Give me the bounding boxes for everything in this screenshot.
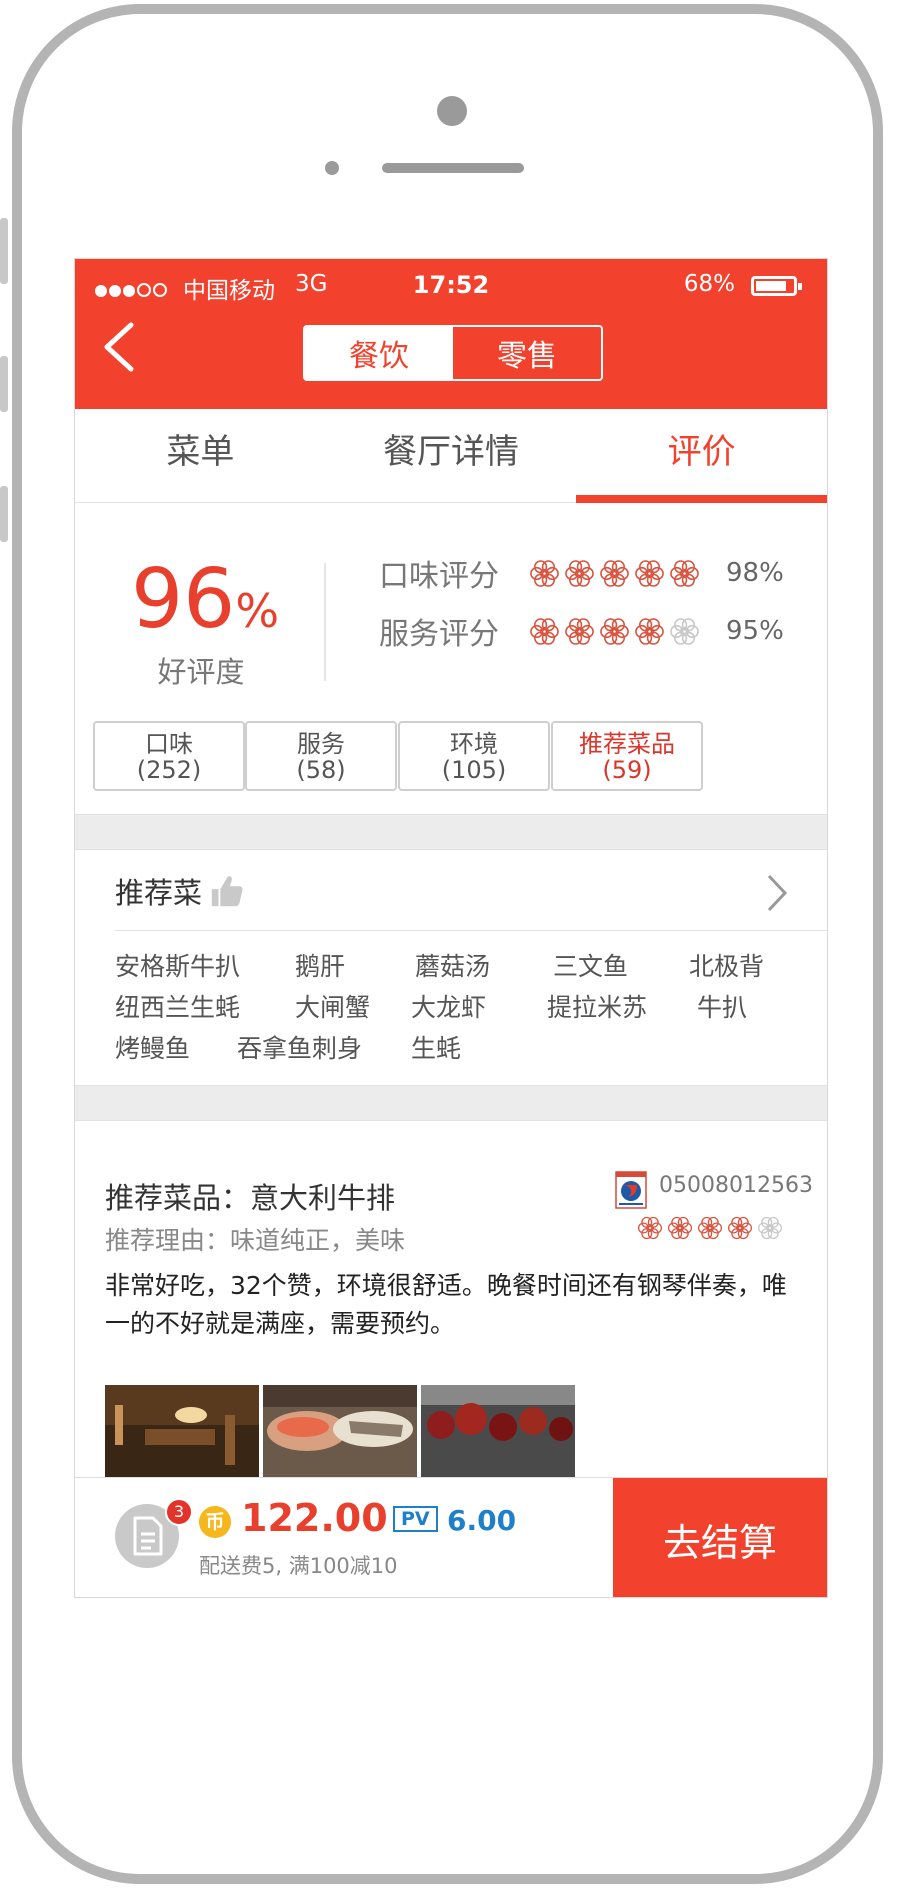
dish-tag[interactable]: 吞拿鱼刺身 [237, 1029, 362, 1065]
flower-filled-icon [600, 559, 629, 587]
sensor [325, 161, 339, 175]
category-toggle: 餐饮 零售 [303, 325, 603, 381]
flower-rating [637, 1215, 783, 1241]
flower-filled-icon [600, 617, 629, 645]
top-bar: 中国移动 3G 17:52 68% 餐饮 零售 [75, 259, 827, 409]
front-camera [437, 96, 467, 126]
cart-bar: 3 币 122.00 PV 6.00 配送费5, 满100减10 去结算 [75, 1477, 827, 1597]
dish-tag[interactable]: 蘑菇汤 [415, 947, 490, 983]
flower-rating [529, 558, 700, 589]
flower-filled-icon [637, 1216, 663, 1240]
dish-tag[interactable]: 大龙虾 [411, 988, 486, 1024]
service-rating: 服务评分 95% [379, 616, 784, 652]
review-dish-title: 推荐菜品：意大利牛排 [105, 1181, 396, 1215]
dish-tag[interactable]: 北极背 [689, 947, 764, 983]
review-reason: 推荐理由：味道纯正，美味 [105, 1226, 406, 1255]
dish-tag[interactable]: 三文鱼 [553, 947, 628, 983]
flower-filled-icon [565, 617, 594, 645]
back-button[interactable] [95, 319, 145, 375]
positive-rate: 96% [131, 552, 280, 647]
flower-filled-icon [530, 617, 559, 645]
pv-tag: PV [393, 1506, 438, 1532]
tab-bar: 菜单 餐厅详情 评价 [75, 409, 827, 503]
app-screen: 中国移动 3G 17:52 68% 餐饮 零售 菜单 餐厅详情 评价 96% 好… [74, 258, 828, 1598]
flower-filled-icon [670, 559, 699, 587]
review-filters: 口味 (252) 服务 (58) 环境 (105) 推荐菜品 (59) [75, 697, 827, 814]
section-gap [75, 814, 827, 850]
dish-tag[interactable]: 安格斯牛扒 [115, 947, 240, 983]
dish-tag[interactable]: 大闸蟹 [295, 988, 370, 1024]
flower-filled-icon [565, 559, 594, 587]
dish-tag[interactable]: 提拉米苏 [547, 988, 647, 1024]
review-text: 非常好吃，32个赞，环境很舒适。晚餐时间还有钢琴伴奏，唯一的不好就是满座，需要预… [105, 1271, 787, 1338]
filter-environment[interactable]: 环境 (105) [398, 721, 550, 791]
dish-tag[interactable]: 生蚝 [411, 1029, 461, 1065]
cart-count-badge: 3 [165, 1498, 193, 1526]
filter-service[interactable]: 服务 (58) [245, 721, 397, 791]
flower-filled-icon [727, 1216, 753, 1240]
thumbs-up-icon [211, 876, 243, 907]
tab-restaurant-details[interactable]: 餐厅详情 [326, 409, 577, 502]
side-button [0, 486, 8, 542]
user-avatar-icon[interactable] [615, 1171, 647, 1209]
battery-percent: 68% [683, 271, 735, 297]
filter-recommended-dishes[interactable]: 推荐菜品 (59) [551, 721, 703, 791]
segment-dining[interactable]: 餐饮 [305, 327, 453, 379]
rating-summary: 96% 好评度 口味评分 98% 服务评分 95% [75, 503, 827, 698]
status-bar: 中国移动 3G 17:52 68% [75, 267, 827, 307]
divider [324, 563, 326, 681]
flower-filled-icon [697, 1216, 723, 1240]
coin-icon: 币 [199, 1506, 231, 1538]
chevron-left-icon [104, 322, 134, 372]
side-button [0, 218, 8, 284]
earpiece-speaker [382, 163, 524, 173]
segment-retail[interactable]: 零售 [453, 327, 601, 379]
divider [115, 930, 827, 931]
positive-rate-label: 好评度 [157, 655, 245, 689]
checkout-button[interactable]: 去结算 [613, 1478, 827, 1597]
chevron-right-icon [767, 874, 788, 912]
pv-value: 6.00 [447, 1504, 517, 1537]
section-gap [75, 1085, 827, 1121]
filter-taste[interactable]: 口味 (252) [93, 721, 245, 791]
dish-tag[interactable]: 牛扒 [697, 988, 747, 1024]
dish-tag[interactable]: 烤鳗鱼 [115, 1029, 190, 1065]
total-price: 122.00 [241, 1496, 388, 1540]
delivery-note: 配送费5, 满100减10 [199, 1554, 398, 1578]
recommended-dishes-section[interactable]: 推荐菜 安格斯牛扒 鹅肝 蘑菇汤 三文鱼 北极背 纽西兰生蚝 大闸蟹 大龙虾 提… [75, 850, 827, 1085]
flower-empty-icon [670, 617, 699, 645]
flower-filled-icon [530, 559, 559, 587]
flower-rating [529, 616, 700, 647]
flower-filled-icon [667, 1216, 693, 1240]
flower-filled-icon [635, 617, 664, 645]
section-title: 推荐菜 [115, 876, 203, 910]
tab-menu[interactable]: 菜单 [75, 409, 326, 502]
dish-tag[interactable]: 纽西兰生蚝 [115, 988, 240, 1024]
taste-rating: 口味评分 98% [379, 558, 784, 594]
dish-tag[interactable]: 鹅肝 [295, 947, 345, 983]
side-button [0, 356, 8, 412]
battery-icon [751, 276, 802, 296]
flower-empty-icon [757, 1216, 783, 1240]
tab-reviews[interactable]: 评价 [576, 409, 827, 503]
reviewer-id: 05008012563 [659, 1173, 813, 1198]
flower-filled-icon [635, 559, 664, 587]
